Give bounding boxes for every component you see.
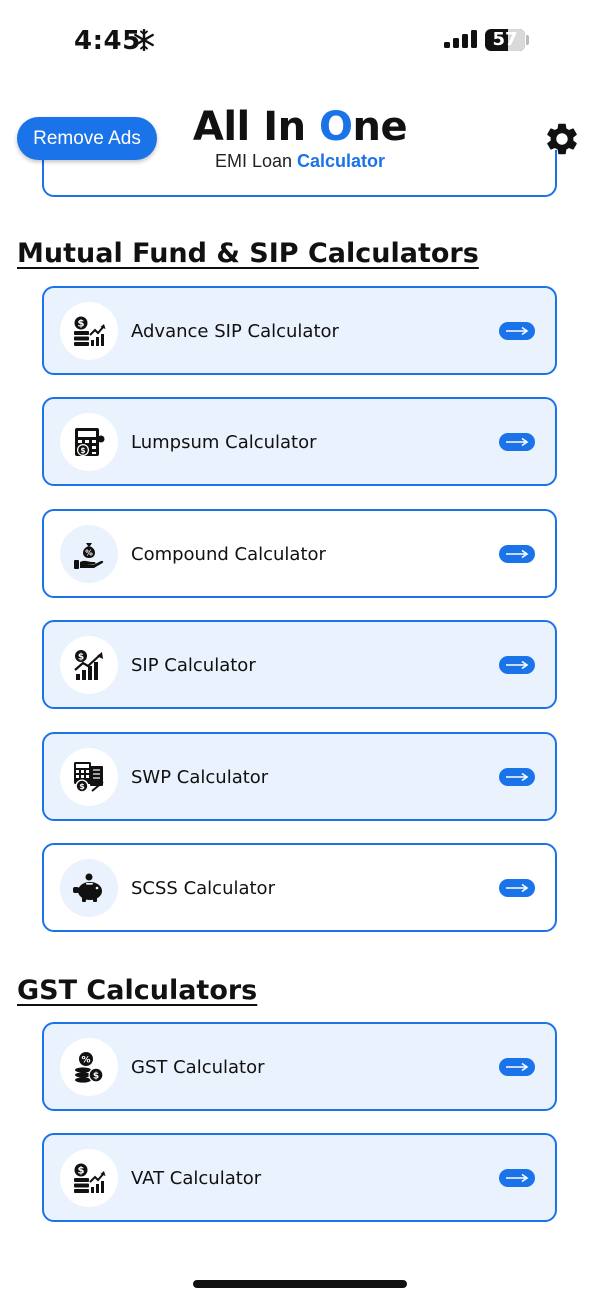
- hand-money-bag-icon: %: [74, 543, 104, 569]
- app-subtitle: EMI Loan Calculator: [214, 151, 386, 171]
- svg-text:%: %: [81, 1056, 90, 1066]
- card-lumpsum-calculator[interactable]: $ Lumpsum Calculator: [42, 397, 557, 486]
- screen: 4:45 57 Remove Ads All In One EMI Loan C…: [0, 0, 600, 1300]
- card-label: SWP Calculator: [131, 767, 269, 788]
- coin-chart-icon: $: [74, 650, 103, 680]
- svg-text:$: $: [78, 653, 84, 663]
- calculator-document-icon: $: [74, 762, 104, 793]
- card-swp-calculator[interactable]: $ SWP Calculator: [42, 732, 557, 821]
- section-title-gst: GST Calculators: [17, 975, 258, 1006]
- svg-text:$: $: [93, 1072, 99, 1082]
- arrow-right-icon[interactable]: [499, 656, 535, 674]
- app-title: All In One: [192, 104, 408, 150]
- card-compound-calculator[interactable]: % Compound Calculator: [42, 509, 557, 598]
- svg-text:$: $: [78, 319, 85, 330]
- card-vat-calculator[interactable]: $ VAT Calculator: [42, 1133, 557, 1222]
- card-scss-calculator[interactable]: SCSS Calculator: [42, 843, 557, 932]
- arrow-right-icon[interactable]: [499, 433, 535, 451]
- status-bar: 4:45 57: [0, 0, 600, 80]
- status-time: 4:45: [74, 26, 141, 56]
- piggy-bank-icon: [73, 873, 102, 902]
- arrow-right-icon[interactable]: [499, 545, 535, 563]
- card-label: Compound Calculator: [131, 544, 326, 565]
- card-sip-calculator[interactable]: $ SIP Calculator: [42, 620, 557, 709]
- percent-coins-icon: % $: [75, 1052, 104, 1083]
- card-label: VAT Calculator: [131, 1168, 262, 1189]
- home-indicator[interactable]: [193, 1280, 407, 1288]
- card-advance-sip-calculator[interactable]: $ Advance SIP Calculator: [42, 286, 557, 375]
- signal-icon: [444, 30, 477, 48]
- card-label: SCSS Calculator: [131, 878, 275, 899]
- arrow-right-icon[interactable]: [499, 322, 535, 340]
- snowflake-icon: [134, 29, 154, 51]
- section-title-mutual-fund: Mutual Fund & SIP Calculators: [17, 238, 479, 269]
- card-gst-calculator[interactable]: % $ GST Calculator: [42, 1022, 557, 1111]
- card-label: Advance SIP Calculator: [131, 321, 339, 342]
- card-label: GST Calculator: [131, 1057, 265, 1078]
- card-label: SIP Calculator: [131, 655, 256, 676]
- svg-text:%: %: [85, 549, 93, 558]
- gear-icon[interactable]: [543, 120, 581, 158]
- card-label: Lumpsum Calculator: [131, 432, 317, 453]
- arrow-right-icon[interactable]: [499, 879, 535, 897]
- battery-icon: 57: [485, 29, 525, 51]
- svg-text:$: $: [80, 446, 85, 455]
- arrow-right-icon[interactable]: [499, 768, 535, 786]
- svg-text:$: $: [78, 1166, 85, 1177]
- money-growth-icon: $: [74, 316, 106, 346]
- arrow-right-icon[interactable]: [499, 1058, 535, 1076]
- arrow-right-icon[interactable]: [499, 1169, 535, 1187]
- battery-percent: 57: [492, 29, 518, 50]
- money-growth-icon: $: [74, 1163, 106, 1193]
- calculator-money-icon: $: [75, 428, 105, 456]
- svg-text:$: $: [79, 782, 85, 791]
